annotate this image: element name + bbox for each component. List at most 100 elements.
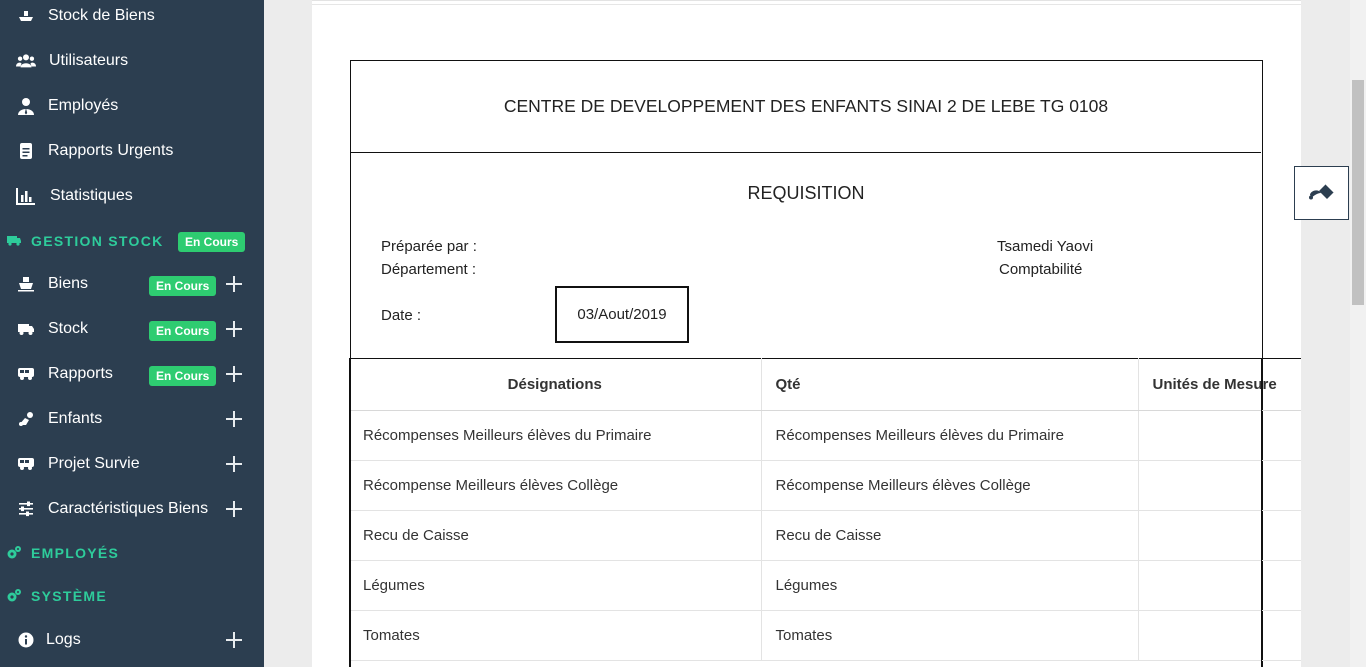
center-name: CENTRE DE DEVELOPPEMENT DES ENFANTS SINA… — [503, 96, 1109, 116]
scrollbar-thumb[interactable] — [1352, 80, 1364, 305]
column-header: Désignations — [349, 358, 762, 411]
info-icon — [16, 630, 36, 650]
sidebar-item-rapports[interactable]: Rapports En Cours — [0, 354, 264, 394]
prepared-by-value: Tsamedi Yaovi — [997, 238, 1094, 255]
sidebar-item-stock-de-biens[interactable]: Stock de Biens — [0, 0, 264, 36]
sidebar: Stock de Biens Utilisateurs Employés Rap… — [0, 0, 264, 667]
boat-icon — [16, 6, 36, 26]
expand-plus-icon[interactable] — [225, 631, 243, 649]
expand-plus-icon[interactable] — [225, 455, 243, 473]
theme-customizer-button[interactable] — [1294, 166, 1349, 220]
table-cell — [1138, 460, 1301, 511]
child-icon — [16, 409, 36, 429]
table-cell: Tomates — [761, 610, 1139, 661]
sliders-icon — [16, 499, 36, 519]
document-header: CENTRE DE DEVELOPPEMENT DES ENFANTS SINA… — [351, 61, 1261, 153]
requisition-document: CENTRE DE DEVELOPPEMENT DES ENFANTS SINA… — [312, 0, 1301, 667]
page-scrollbar[interactable] — [1350, 0, 1366, 667]
main-content: CENTRE DE DEVELOPPEMENT DES ENFANTS SINA… — [264, 0, 1350, 667]
sidebar-item-label: Biens — [48, 275, 89, 292]
section-label: SYSTÈME — [31, 588, 108, 604]
table-row: Recu de Caisse Recu de Caisse — [349, 510, 1301, 561]
items-table: Désignations Qté Unités de Mesure Récomp… — [349, 358, 1301, 661]
sidebar-item-label: Enfants — [48, 410, 103, 427]
date-label: Date : — [381, 307, 422, 324]
table-border — [1261, 358, 1263, 667]
sidebar-item-enfants[interactable]: Enfants — [0, 399, 264, 439]
table-cell: Récompenses Meilleurs élèves du Primaire — [761, 410, 1139, 461]
status-badge: En Cours — [149, 321, 217, 341]
sidebar-item-employes[interactable]: Employés — [0, 86, 264, 126]
date-value: 03/Aout/2019 — [555, 286, 689, 343]
ship-icon — [16, 274, 36, 294]
table-row: Tomates Tomates — [349, 610, 1301, 661]
paint-bucket-icon — [1307, 181, 1337, 206]
items-table-wrapper: Désignations Qté Unités de Mesure Récomp… — [349, 358, 1301, 661]
table-cell — [1138, 610, 1301, 661]
sidebar-item-label: Logs — [46, 631, 81, 648]
table-cell — [1138, 560, 1301, 611]
sidebar-item-rapports-urgents[interactable]: Rapports Urgents — [0, 131, 264, 171]
users-icon — [16, 51, 36, 71]
table-border — [349, 358, 351, 667]
sidebar-item-caracteristiques-biens[interactable]: Caractéristiques Biens — [0, 489, 264, 529]
table-cell: Récompense Meilleurs élèves Collège — [349, 460, 762, 511]
department-value: Comptabilité — [999, 261, 1083, 278]
gears-icon — [6, 545, 22, 561]
table-header-row: Désignations Qté Unités de Mesure — [349, 358, 1301, 411]
bus-icon — [16, 364, 36, 384]
sidebar-item-label: Caractéristiques Biens — [48, 500, 209, 517]
sidebar-item-label: Rapports — [48, 365, 113, 382]
sidebar-item-utilisateurs[interactable]: Utilisateurs — [0, 41, 264, 81]
sidebar-item-biens[interactable]: Biens En Cours — [0, 264, 264, 304]
table-row: Récompenses Meilleurs élèves du Primaire… — [349, 410, 1301, 461]
section-label: EMPLOYÉS — [31, 545, 120, 561]
status-badge: En Cours — [178, 232, 246, 252]
bus-icon — [16, 454, 36, 474]
sidebar-item-logs[interactable]: Logs — [0, 620, 264, 660]
document-icon — [16, 141, 36, 161]
prepared-by-label: Préparée par : — [381, 238, 477, 255]
truck-icon — [6, 233, 22, 249]
expand-plus-icon[interactable] — [225, 275, 243, 293]
table-cell: Récompense Meilleurs élèves Collège — [761, 460, 1139, 511]
table-row: Récompense Meilleurs élèves Collège Réco… — [349, 460, 1301, 511]
sidebar-item-statistiques[interactable]: Statistiques — [0, 176, 264, 216]
sidebar-item-projet-survie[interactable]: Projet Survie — [0, 444, 264, 484]
table-cell — [1138, 410, 1301, 461]
table-cell: Légumes — [349, 560, 762, 611]
sidebar-item-stock[interactable]: Stock En Cours — [0, 309, 264, 349]
gears-icon — [6, 588, 22, 604]
column-header: Unités de Mesure — [1138, 358, 1301, 411]
table-cell: Recu de Caisse — [761, 510, 1139, 561]
sidebar-item-label: Projet Survie — [48, 455, 140, 472]
truck-icon — [16, 319, 36, 339]
section-label: GESTION STOCK — [31, 233, 164, 249]
section-gestion-stock[interactable]: GESTION STOCK En Cours — [0, 226, 264, 256]
user-tie-icon — [16, 96, 36, 116]
table-row: Légumes Légumes — [349, 560, 1301, 611]
sidebar-item-label: Rapports Urgents — [48, 142, 174, 159]
column-header: Qté — [761, 358, 1139, 411]
sidebar-item-label: Utilisateurs — [49, 52, 129, 69]
status-badge: En Cours — [149, 366, 217, 386]
expand-plus-icon[interactable] — [225, 410, 243, 428]
divider — [312, 4, 1301, 5]
document-title: REQUISITION — [747, 183, 865, 203]
table-cell: Recu de Caisse — [349, 510, 762, 561]
sidebar-item-label: Statistiques — [50, 187, 133, 204]
bar-chart-icon — [16, 186, 36, 206]
department-label: Département : — [381, 261, 477, 278]
status-badge: En Cours — [149, 276, 217, 296]
sidebar-item-label: Stock — [48, 320, 89, 337]
table-cell: Légumes — [761, 560, 1139, 611]
table-cell — [1138, 510, 1301, 561]
sidebar-item-label: Employés — [48, 97, 119, 114]
sidebar-item-label: Stock de Biens — [48, 7, 155, 24]
expand-plus-icon[interactable] — [225, 365, 243, 383]
expand-plus-icon[interactable] — [225, 320, 243, 338]
table-cell: Récompenses Meilleurs élèves du Primaire — [349, 410, 762, 461]
section-systeme[interactable]: SYSTÈME — [0, 581, 264, 611]
expand-plus-icon[interactable] — [225, 500, 243, 518]
section-employes[interactable]: EMPLOYÉS — [0, 538, 264, 568]
